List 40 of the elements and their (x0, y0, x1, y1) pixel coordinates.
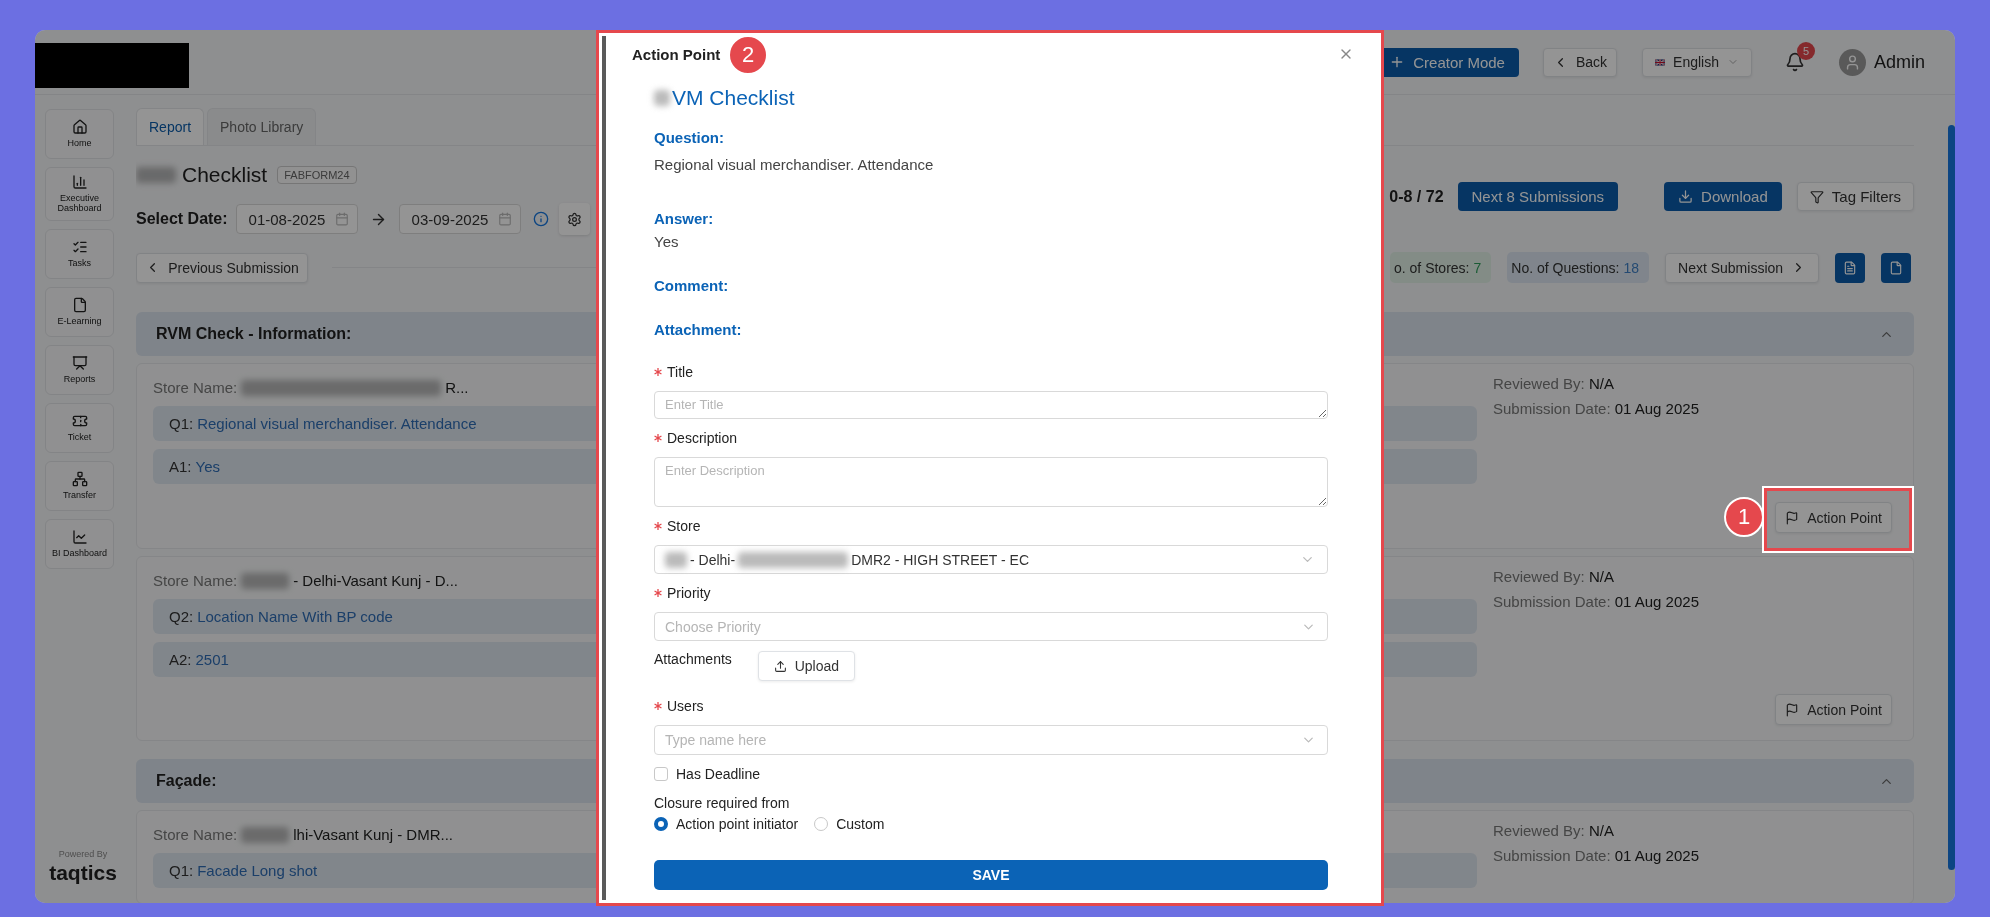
radio-label: Custom (836, 815, 885, 834)
form-code-tag: FABFORM24 (277, 166, 357, 184)
reviewed-by: Reviewed By: N/A (1493, 374, 1615, 394)
question-text: Regional visual merchandiser. Attendance (654, 155, 935, 175)
notification-badge: 5 (1796, 42, 1815, 60)
stat-value: 7 (1473, 259, 1482, 276)
comment-label: Comment: (654, 276, 730, 296)
field-label: Store (667, 517, 701, 536)
field-label: Attachments (654, 651, 732, 667)
reviewed-by: Reviewed By: N/A (1493, 821, 1615, 841)
submission-date: Submission Date: 01 Aug 2025 (1493, 846, 1699, 866)
store-name: R... (445, 378, 469, 398)
section-title: RVM Check - Information: (156, 325, 352, 343)
stat-label: No. of Questions: (1511, 259, 1620, 276)
answer-label: Answer: (654, 209, 715, 229)
store-label: Store Name: (153, 378, 238, 398)
field-label: Closure required from (654, 794, 790, 813)
attachment-label: Attachment: (654, 320, 743, 340)
checklist-title: Checklist (182, 163, 268, 187)
brand-logo: taqtics (49, 861, 117, 885)
store-name: lhi-Vasant Kunj - DMR... (293, 825, 453, 845)
stat-label: o. of Stores: (1394, 259, 1470, 276)
modal-title: Action Point (632, 45, 721, 63)
stat-value: 18 (1623, 259, 1640, 276)
submission-date: Submission Date: 01 Aug 2025 (1493, 399, 1699, 419)
store-label: Store Name: (153, 571, 238, 591)
checkbox-label: Has Deadline (676, 765, 761, 784)
section-title: Façade: (156, 772, 217, 790)
date-label: Select Date: (136, 210, 228, 228)
field-label: Title (667, 363, 693, 382)
store-label: Store Name: (153, 825, 238, 845)
reviewed-by: Reviewed By: N/A (1493, 567, 1615, 587)
store-name: - Delhi-Vasant Kunj - D... (293, 571, 458, 591)
question-label: Question: (654, 128, 725, 148)
submission-range: 0-8 / 72 (1389, 187, 1444, 206)
answer-text: Yes (654, 232, 680, 252)
submission-date: Submission Date: 01 Aug 2025 (1493, 592, 1699, 612)
radio-label: Action point initiator (676, 815, 799, 834)
field-label: Users (667, 697, 704, 716)
checklist-name: VM Checklist (672, 85, 795, 111)
